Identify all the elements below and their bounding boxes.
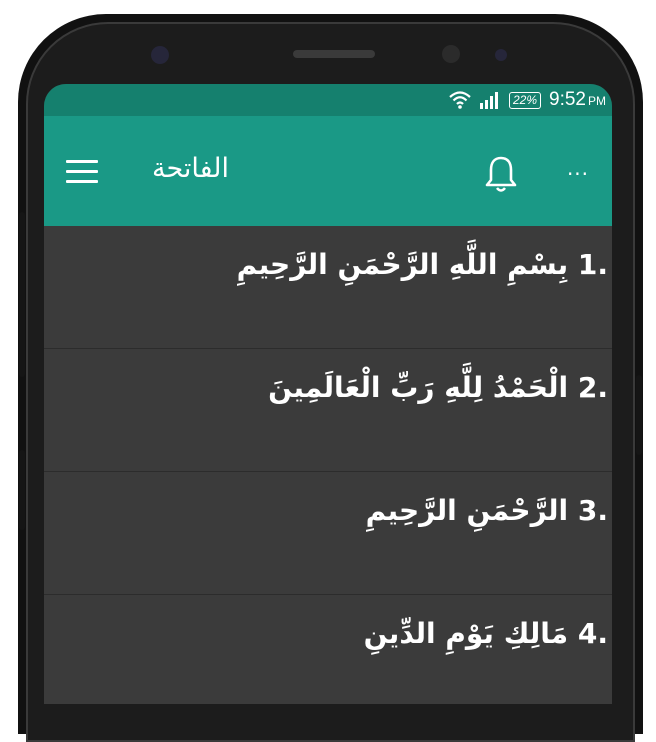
status-time: 9:52 bbox=[549, 89, 586, 110]
signal-icon bbox=[479, 92, 498, 109]
status-clock: 9:52 PM bbox=[549, 89, 606, 111]
verse-item-2[interactable]: .2 الْحَمْدُ لِلَّهِ رَبِّ الْعَالَمِينَ bbox=[44, 349, 612, 472]
verse-text: .4 مَالِكِ يَوْمِ الدِّينِ bbox=[363, 617, 608, 650]
front-camera bbox=[151, 46, 169, 64]
app-screen: 22% 9:52 PM الفاتحة ··· .1 بِسْمِ اللَّهِ… bbox=[44, 84, 612, 704]
verse-text: .3 الرَّحْمَنِ الرَّحِيمِ bbox=[365, 494, 608, 527]
page-title: الفاتحة bbox=[152, 153, 230, 184]
bixby-button bbox=[19, 450, 25, 530]
more-icon[interactable]: ··· bbox=[558, 156, 598, 192]
iris-sensor bbox=[442, 45, 460, 63]
verse-list: .1 بِسْمِ اللَّهِ الرَّحْمَنِ الرَّحِيمِ… bbox=[44, 226, 612, 704]
status-bar: 22% 9:52 PM bbox=[44, 84, 612, 116]
menu-icon[interactable] bbox=[66, 160, 98, 184]
verse-item-1[interactable]: .1 بِسْمِ اللَّهِ الرَّحْمَنِ الرَّحِيمِ bbox=[44, 226, 612, 349]
battery-icon: 22% bbox=[508, 91, 542, 109]
volume-button bbox=[19, 212, 25, 377]
app-toolbar: الفاتحة ··· bbox=[44, 116, 612, 226]
verse-item-3[interactable]: .3 الرَّحْمَنِ الرَّحِيمِ bbox=[44, 472, 612, 595]
status-period: PM bbox=[588, 94, 606, 108]
wifi-icon bbox=[449, 91, 471, 109]
verse-text: .2 الْحَمْدُ لِلَّهِ رَبِّ الْعَالَمِينَ bbox=[268, 371, 608, 404]
proximity-sensor bbox=[495, 49, 507, 61]
power-button bbox=[636, 375, 642, 455]
bell-icon[interactable] bbox=[484, 154, 518, 194]
verse-text: .1 بِسْمِ اللَّهِ الرَّحْمَنِ الرَّحِيمِ bbox=[236, 248, 608, 281]
verse-item-4[interactable]: .4 مَالِكِ يَوْمِ الدِّينِ bbox=[44, 595, 612, 704]
earpiece-speaker bbox=[293, 50, 375, 58]
